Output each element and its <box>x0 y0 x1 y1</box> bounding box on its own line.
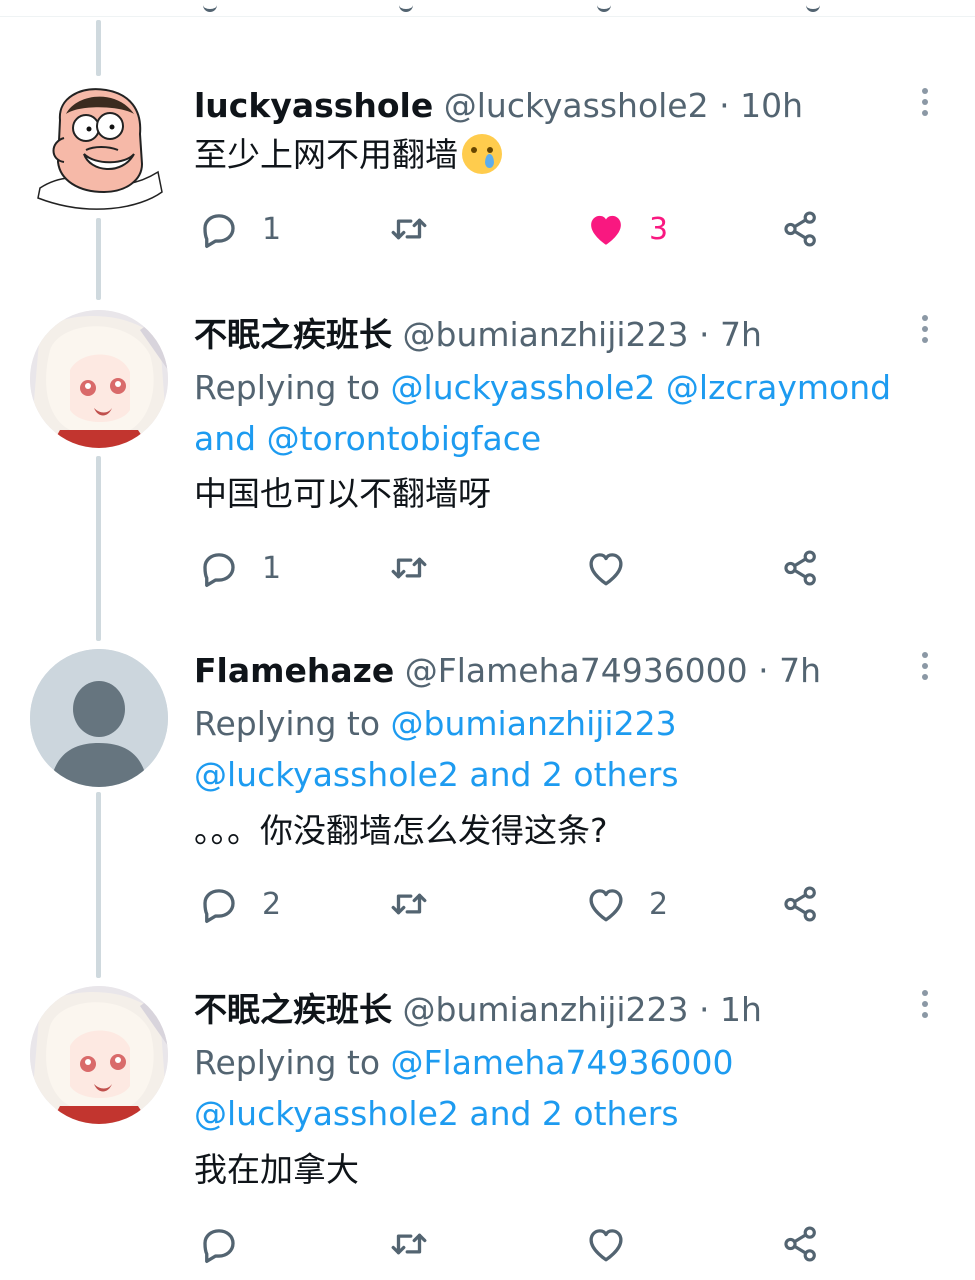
mention-link[interactable]: @Flameha74936000 <box>391 1043 734 1082</box>
reply-count: 1 <box>262 211 282 247</box>
like-button[interactable] <box>585 1221 649 1267</box>
thread-line <box>96 20 101 76</box>
tweet-text: 中国也可以不翻墙呀 <box>194 474 491 513</box>
reply-button[interactable]: 1 <box>198 545 281 591</box>
share-button[interactable] <box>780 881 822 927</box>
handle-and-time[interactable]: @bumianzhiji223 · 1h <box>403 990 762 1029</box>
share-icon <box>784 1226 816 1262</box>
tweet-header: Flamehaze @Flameha74936000 · 7h <box>194 649 821 693</box>
tweet-header: 不眠之疾班长 @bumianzhiji223 · 1h <box>194 988 762 1032</box>
retweet-button[interactable] <box>388 881 430 927</box>
tweet-text: 至少上网不用翻墙 <box>194 133 502 177</box>
more-options-icon[interactable] <box>914 986 936 1022</box>
share-icon <box>784 886 816 922</box>
reply-icon <box>203 1229 235 1263</box>
reply-button[interactable] <box>198 1221 262 1267</box>
more-options-icon[interactable] <box>914 84 936 120</box>
like-count: 2 <box>649 886 669 922</box>
tweet-text-content: 至少上网不用翻墙 <box>194 135 458 174</box>
mention-link[interactable]: @lzcraymond <box>666 368 891 407</box>
like-button[interactable] <box>585 545 649 591</box>
reply-count: 1 <box>262 550 282 586</box>
replying-to-label: Replying to <box>194 704 391 743</box>
display-name[interactable]: 不眠之疾班长 <box>194 990 392 1029</box>
more-options-icon[interactable] <box>914 648 936 684</box>
retweet-button[interactable] <box>388 206 430 252</box>
mention-link[interactable]: @luckyasshole2 and 2 others <box>194 1094 679 1133</box>
avatar[interactable] <box>30 986 168 1124</box>
retweet-icon <box>391 893 427 915</box>
reply-icon <box>203 889 235 923</box>
heart-icon <box>589 553 623 586</box>
tweet-text: 我在加拿大 <box>194 1150 359 1189</box>
tweet-actions <box>0 1221 975 1267</box>
heart-icon <box>589 1229 623 1262</box>
share-button[interactable] <box>780 1221 822 1267</box>
replying-to: Replying to @luckyasshole2 @lzcraymond a… <box>194 362 934 464</box>
handle-and-time[interactable]: @luckyasshole2 · 10h <box>444 86 803 125</box>
reply-count: 2 <box>262 886 282 922</box>
share-button[interactable] <box>780 206 822 252</box>
reply-icon <box>203 553 235 587</box>
crying-face-emoji-icon <box>462 134 502 174</box>
tweet-actions: 2 2 <box>0 881 975 927</box>
replying-to: Replying to @bumianzhiji223 @luckyasshol… <box>194 698 934 800</box>
replying-to: Replying to @Flameha74936000 @luckyassho… <box>194 1037 934 1139</box>
like-button[interactable]: 3 <box>585 206 668 252</box>
reply-icon <box>203 214 235 248</box>
display-name[interactable]: luckyasshole <box>194 86 433 125</box>
divider <box>0 16 975 17</box>
tweet-actions: 1 3 <box>0 206 975 252</box>
default-avatar[interactable] <box>30 649 168 787</box>
replying-to-label: Replying to <box>194 1043 391 1082</box>
retweet-button[interactable] <box>388 1221 430 1267</box>
previous-tweet-actions <box>0 0 975 20</box>
retweet-button[interactable] <box>388 545 430 591</box>
replying-to-label: Replying to <box>194 368 391 407</box>
mention-link[interactable]: @torontobigface <box>267 419 542 458</box>
mention-link[interactable]: @luckyasshole2 and 2 others <box>194 755 679 794</box>
tweet-header: 不眠之疾班长 @bumianzhiji223 · 7h <box>194 313 762 357</box>
mention-link[interactable]: @luckyasshole2 <box>391 368 656 407</box>
tweet-header: luckyasshole @luckyasshole2 · 10h <box>194 84 803 128</box>
mention-and-text: and <box>194 419 257 458</box>
more-options-icon[interactable] <box>914 311 936 347</box>
like-count: 3 <box>649 211 669 247</box>
display-name[interactable]: 不眠之疾班长 <box>194 315 392 354</box>
retweet-icon <box>391 1233 427 1255</box>
avatar[interactable] <box>30 80 168 218</box>
mention-link[interactable]: @bumianzhiji223 <box>391 704 677 743</box>
tweet-actions: 1 <box>0 545 975 591</box>
share-icon <box>784 550 816 586</box>
avatar[interactable] <box>30 310 168 448</box>
share-button[interactable] <box>780 545 822 591</box>
tweet-text: 。。。你没翻墙怎么发得这条? <box>194 811 608 850</box>
reply-button[interactable]: 1 <box>198 206 281 252</box>
display-name[interactable]: Flamehaze <box>194 651 394 690</box>
handle-and-time[interactable]: @Flameha74936000 · 7h <box>405 651 821 690</box>
retweet-icon <box>391 557 427 579</box>
retweet-icon <box>391 218 427 240</box>
heart-filled-icon <box>591 215 621 245</box>
heart-icon <box>589 889 623 922</box>
reply-button[interactable]: 2 <box>198 881 281 927</box>
handle-and-time[interactable]: @bumianzhiji223 · 7h <box>403 315 762 354</box>
like-button[interactable]: 2 <box>585 881 668 927</box>
share-icon <box>784 211 816 247</box>
